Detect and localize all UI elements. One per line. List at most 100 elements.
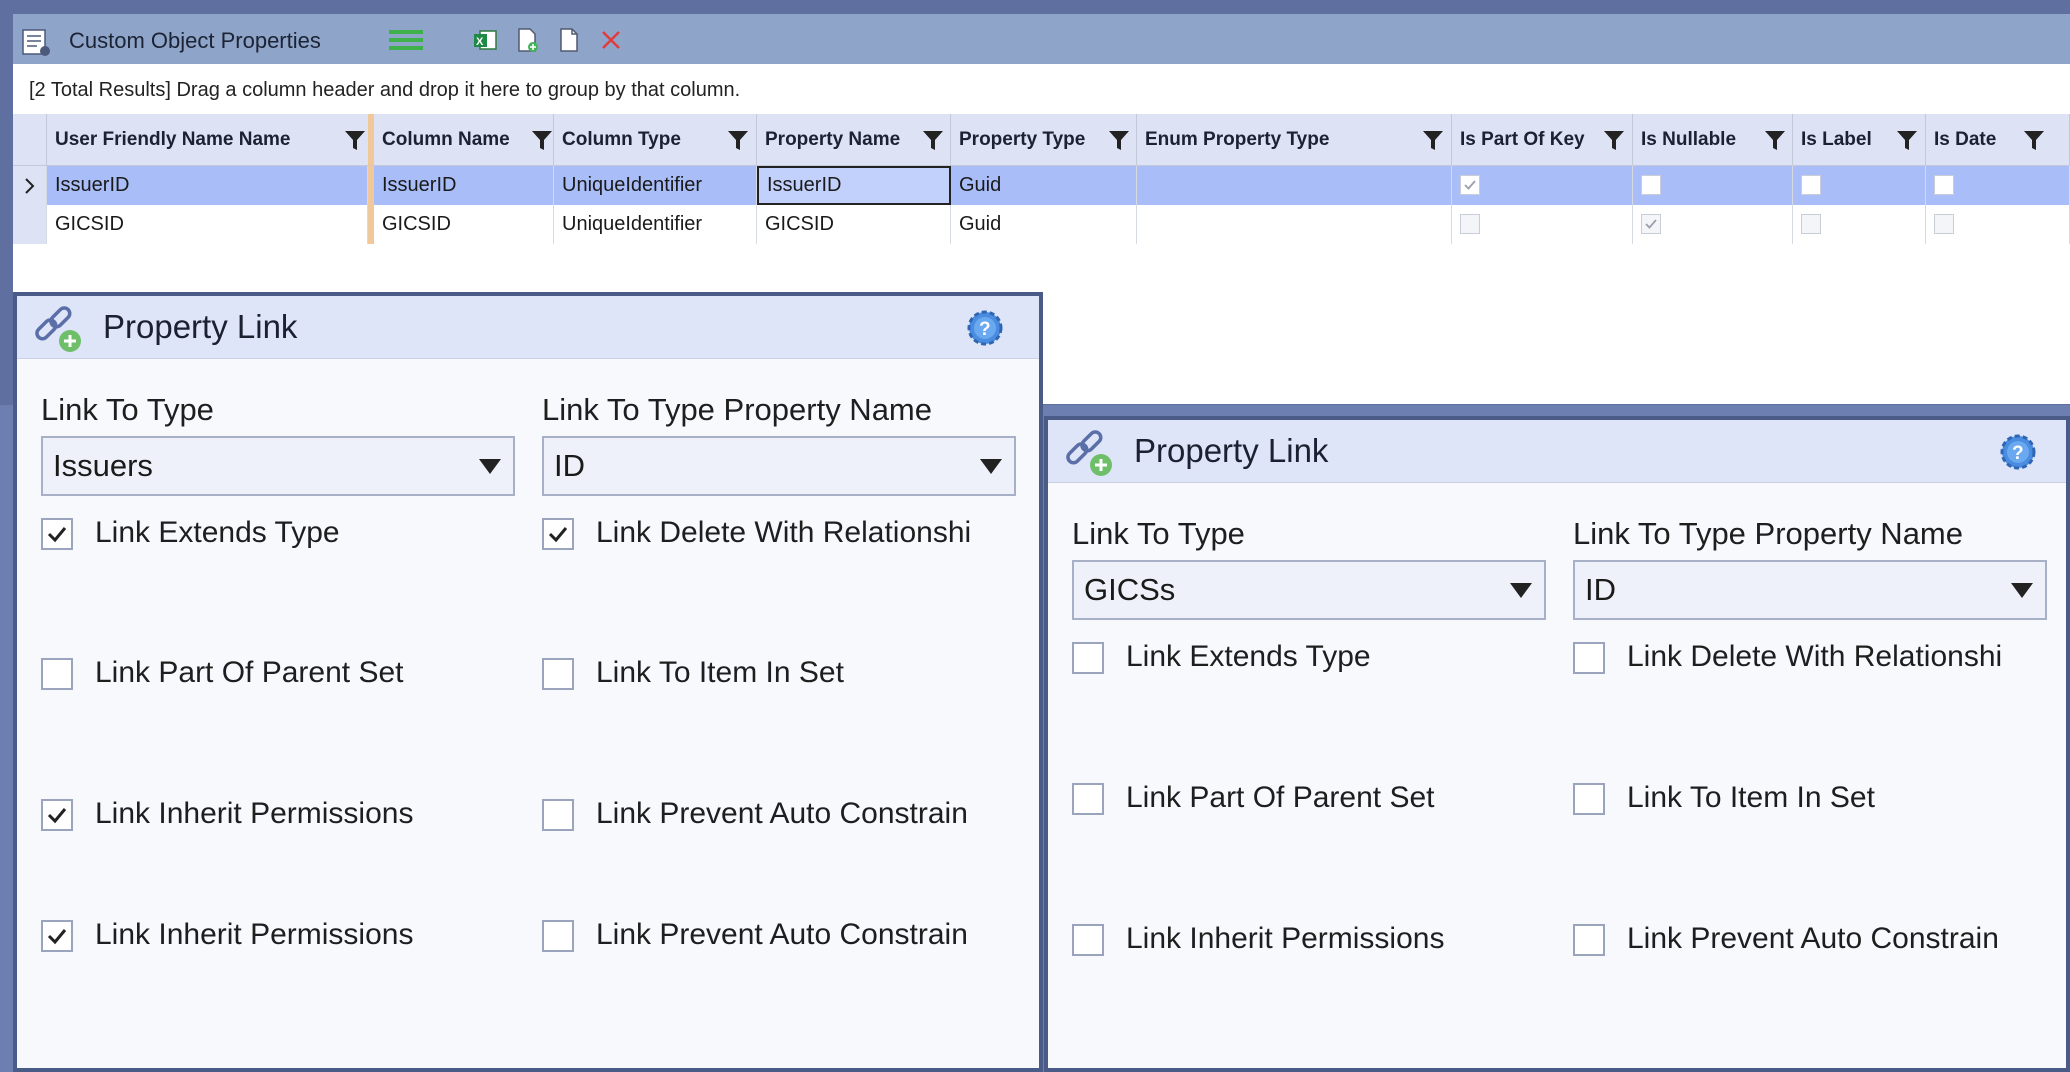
column-header-is-label[interactable]: Is Label [1793, 114, 1926, 166]
row-indicator[interactable] [13, 205, 47, 244]
link-option[interactable]: Link Inherit Permissions [1072, 918, 1542, 962]
checkbox[interactable] [1573, 642, 1605, 674]
cell-property-name[interactable]: GICSID [757, 205, 951, 244]
filter-icon[interactable] [2022, 128, 2046, 152]
link-option[interactable]: Link Prevent Auto Constrain [1573, 918, 2043, 962]
column-header-column-type[interactable]: Column Type [554, 114, 757, 166]
filter-icon[interactable] [1602, 128, 1626, 152]
link-option[interactable]: Link Inherit Permissions [41, 914, 511, 958]
link-option[interactable]: Link Delete With Relationshi [1573, 636, 2043, 680]
checkbox-label: Link Inherit Permissions [95, 797, 414, 830]
checkbox[interactable] [41, 658, 73, 690]
checkbox-label: Link To Item In Set [1627, 781, 1875, 814]
chevron-down-icon[interactable] [980, 459, 1002, 474]
link-to-type-property-combo[interactable]: ID [1573, 560, 2047, 620]
svg-text:?: ? [979, 319, 991, 340]
cell-property-name[interactable]: IssuerID [757, 166, 951, 205]
cell-property-type[interactable]: Guid [951, 205, 1137, 244]
cell-is-date [1926, 205, 2070, 244]
excel-export-icon[interactable]: X [471, 26, 499, 54]
grid-checkbox[interactable] [1801, 214, 1821, 234]
link-option[interactable]: Link Part Of Parent Set [41, 652, 511, 696]
cell-column-name[interactable]: IssuerID [368, 166, 554, 205]
checkbox[interactable] [542, 799, 574, 831]
link-to-type-property-label: Link To Type Property Name [1573, 516, 1963, 551]
link-option[interactable]: Link Prevent Auto Constrain [542, 793, 1012, 837]
link-option[interactable]: Link Part Of Parent Set [1072, 777, 1542, 821]
link-option[interactable]: Link To Item In Set [1573, 777, 2043, 821]
cell-user-friendly-name[interactable]: GICSID [47, 205, 368, 244]
link-to-type-property-combo[interactable]: ID [542, 436, 1016, 496]
cell-column-type[interactable]: UniqueIdentifier [554, 205, 757, 244]
grid-checkbox[interactable] [1460, 214, 1480, 234]
cell-is-nullable [1633, 166, 1793, 205]
grid-checkbox[interactable] [1934, 214, 1954, 234]
column-header-is-date[interactable]: Is Date [1926, 114, 2070, 166]
link-to-type-combo[interactable]: GICSs [1072, 560, 1546, 620]
checkbox[interactable] [542, 518, 574, 550]
link-to-type-combo[interactable]: Issuers [41, 436, 515, 496]
link-option[interactable]: Link Extends Type [41, 512, 511, 556]
grid-checkbox[interactable] [1641, 214, 1661, 234]
checkbox[interactable] [542, 658, 574, 690]
link-option[interactable]: Link To Item In Set [542, 652, 1012, 696]
filter-icon[interactable] [1763, 128, 1787, 152]
checkbox[interactable] [1072, 924, 1104, 956]
checkbox[interactable] [41, 799, 73, 831]
checkbox[interactable] [1573, 783, 1605, 815]
link-option[interactable]: Link Prevent Auto Constrain [542, 914, 1012, 958]
link-option[interactable]: Link Inherit Permissions [41, 793, 511, 837]
checkbox[interactable] [41, 518, 73, 550]
filter-icon[interactable] [726, 128, 750, 152]
new-document-icon[interactable] [513, 26, 541, 54]
checkbox[interactable] [1573, 924, 1605, 956]
cell-property-type[interactable]: Guid [951, 166, 1137, 205]
cell-enum-property-type[interactable] [1137, 166, 1452, 205]
help-gear-icon[interactable]: ? [1998, 432, 2038, 472]
chevron-down-icon[interactable] [1510, 583, 1532, 598]
table-row[interactable]: IssuerID IssuerID UniqueIdentifier IssuerID… [13, 166, 2070, 205]
link-to-type-property-value: ID [1585, 572, 1616, 607]
blank-document-icon[interactable] [555, 26, 583, 54]
property-link-panel-issuers: Property Link ? Link To Type Issuers Lin… [13, 292, 1043, 1072]
filter-icon[interactable] [1895, 128, 1919, 152]
filter-icon[interactable] [1421, 128, 1445, 152]
checkbox[interactable] [1072, 783, 1104, 815]
column-header-user-friendly-name[interactable]: User Friendly Name Name [47, 114, 381, 166]
group-by-bar[interactable]: [2 Total Results] Drag a column header a… [13, 64, 2070, 115]
table-row[interactable]: GICSID GICSID UniqueIdentifier GICSID Guid [13, 205, 2070, 244]
link-option[interactable]: Link Extends Type [1072, 636, 1542, 680]
column-header-property-name[interactable]: Property Name [757, 114, 951, 166]
chevron-down-icon[interactable] [2011, 583, 2033, 598]
cell-is-label [1793, 166, 1926, 205]
checkbox[interactable] [542, 920, 574, 952]
cell-user-friendly-name[interactable]: IssuerID [47, 166, 368, 205]
link-option[interactable]: Link Delete With Relationshi [542, 512, 1012, 556]
filter-icon[interactable] [530, 128, 554, 152]
filter-icon[interactable] [343, 128, 367, 152]
cell-column-type[interactable]: UniqueIdentifier [554, 166, 757, 205]
list-icon[interactable] [387, 26, 425, 54]
checkbox-label: Link Delete With Relationshi [1627, 640, 2003, 673]
row-indicator[interactable] [13, 166, 47, 205]
cell-enum-property-type[interactable] [1137, 205, 1452, 244]
filter-icon[interactable] [921, 128, 945, 152]
grid-checkbox[interactable] [1641, 175, 1661, 195]
help-gear-icon[interactable]: ? [965, 308, 1005, 348]
grid-checkbox[interactable] [1934, 175, 1954, 195]
column-header-is-part-of-key[interactable]: Is Part Of Key [1452, 114, 1633, 166]
link-to-type-value: GICSs [1084, 572, 1176, 607]
checkbox[interactable] [1072, 642, 1104, 674]
checkbox[interactable] [41, 920, 73, 952]
column-header-enum-property-type[interactable]: Enum Property Type [1137, 114, 1452, 166]
cell-column-name[interactable]: GICSID [368, 205, 554, 244]
chevron-down-icon[interactable] [479, 459, 501, 474]
delete-icon[interactable] [597, 26, 625, 54]
current-row-arrow-icon [25, 178, 35, 194]
column-header-column-name[interactable]: Column Name [368, 114, 554, 166]
column-header-property-type[interactable]: Property Type [951, 114, 1137, 166]
grid-checkbox[interactable] [1801, 175, 1821, 195]
filter-icon[interactable] [1107, 128, 1131, 152]
column-header-is-nullable[interactable]: Is Nullable [1633, 114, 1793, 166]
grid-checkbox[interactable] [1460, 175, 1480, 195]
